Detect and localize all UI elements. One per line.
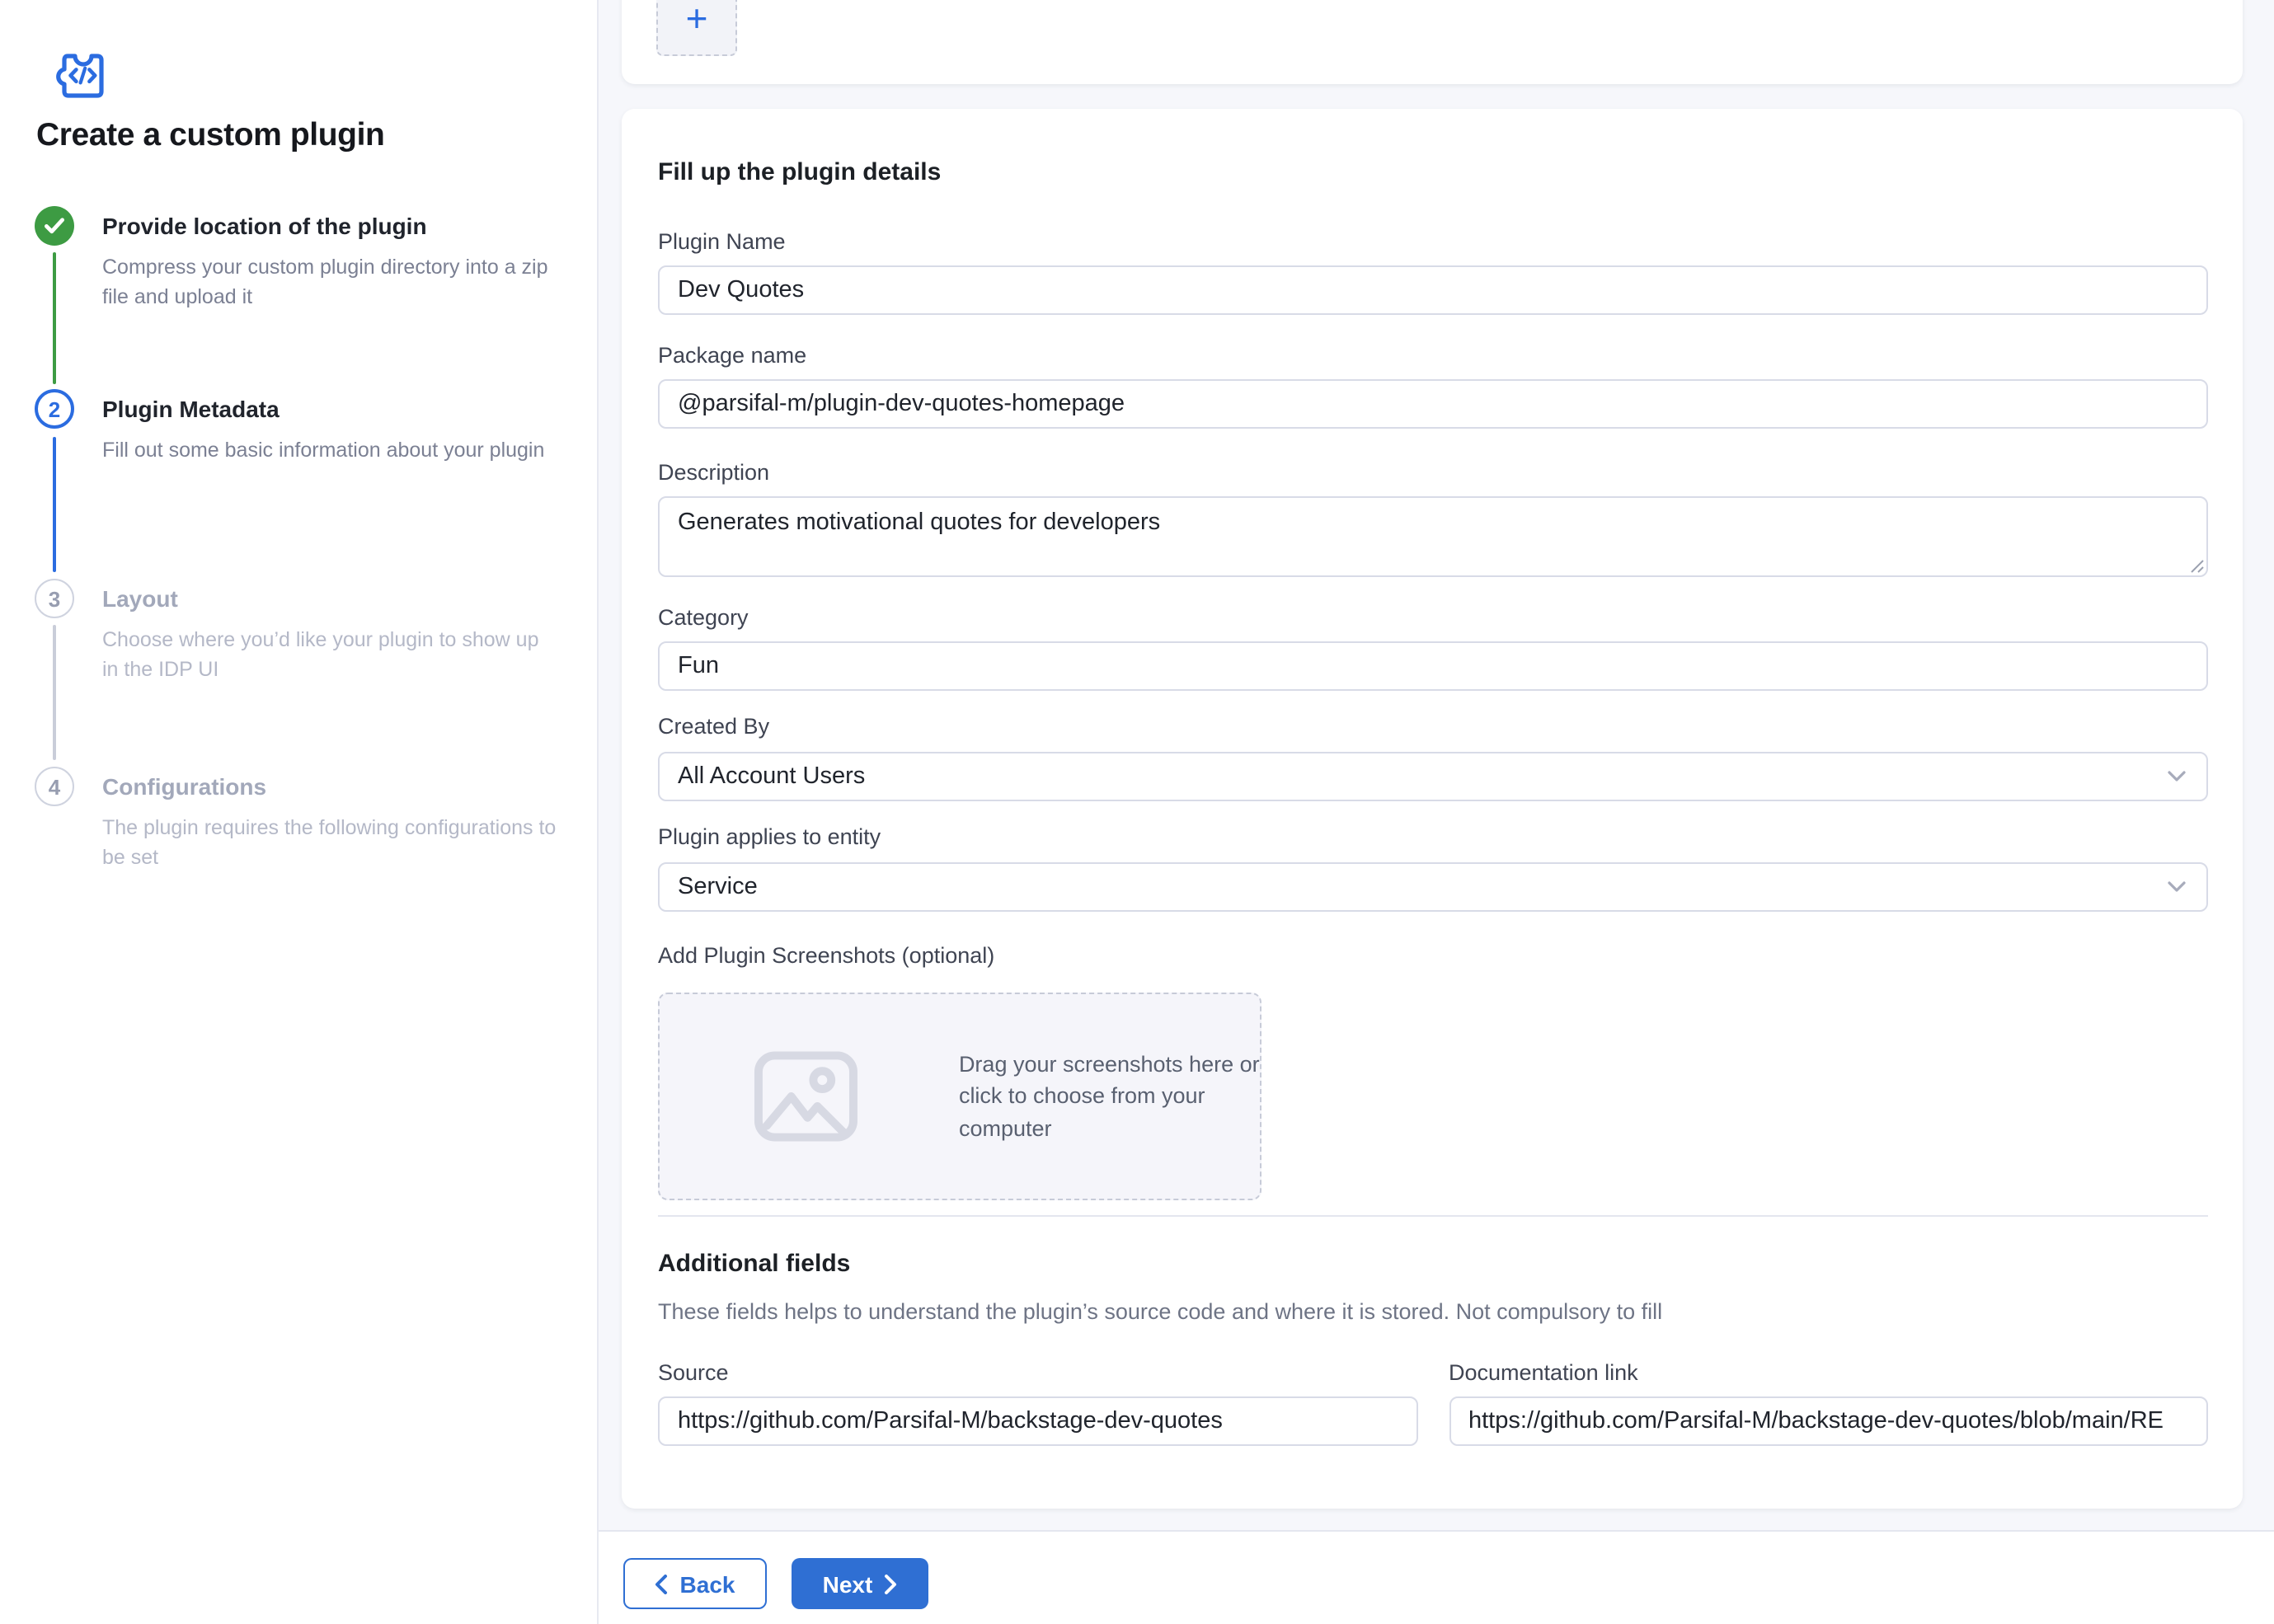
step-description: Compress your custom plugin directory in… [102, 252, 557, 312]
next-button[interactable]: Next [792, 1558, 928, 1609]
step-complete-check-circle [35, 206, 74, 246]
add-item-tile[interactable]: + [656, 0, 737, 56]
plugin-name-label: Plugin Name [658, 228, 2208, 256]
wizard-footer: Back Next [599, 1530, 2274, 1624]
created-by-label: Created By [658, 712, 2208, 740]
description-label: Description [658, 458, 2208, 486]
stepper-step-plugin-metadata[interactable]: 2 Plugin Metadata Fill out some basic in… [35, 389, 566, 465]
package-name-label: Package name [658, 341, 2208, 369]
applies-to-entity-label: Plugin applies to entity [658, 823, 2208, 851]
next-button-label: Next [823, 1570, 873, 1597]
description-textarea[interactable]: Generates motivational quotes for develo… [658, 496, 2208, 577]
category-input[interactable] [658, 641, 2208, 691]
additional-fields-subtext: These fields helps to understand the plu… [658, 1298, 2208, 1326]
form-heading: Fill up the plugin details [658, 157, 2208, 188]
step-number-badge: 2 [35, 389, 74, 429]
documentation-link-label: Documentation link [1449, 1359, 2208, 1387]
chevron-left-icon [655, 1574, 669, 1593]
additional-fields-heading: Additional fields [658, 1250, 2208, 1279]
image-placeholder-icon [752, 1049, 860, 1144]
source-input[interactable] [658, 1396, 1417, 1446]
source-field-group: Source [658, 1359, 1417, 1446]
step-title: Plugin Metadata [102, 394, 557, 424]
check-icon [43, 216, 66, 236]
custom-plugin-logo-icon [48, 48, 110, 101]
source-label: Source [658, 1359, 1417, 1387]
package-name-input[interactable] [658, 379, 2208, 429]
plugin-details-card: Fill up the plugin details Plugin Name P… [622, 109, 2243, 1509]
step-title: Layout [102, 584, 557, 613]
step-number: 2 [49, 397, 60, 421]
step-number: 3 [49, 586, 60, 611]
chevron-down-icon [2167, 770, 2187, 783]
screenshots-dropzone[interactable]: Drag your screenshots here or click to c… [658, 993, 1262, 1200]
applies-to-entity-value: Service [678, 874, 758, 900]
step-number-badge: 4 [35, 767, 74, 806]
step-number-badge: 3 [35, 579, 74, 618]
plus-icon: + [686, 0, 708, 37]
back-button[interactable]: Back [623, 1558, 767, 1609]
chevron-down-icon [2167, 880, 2187, 894]
step-description: Choose where you’d like your plugin to s… [102, 625, 557, 684]
step-number: 4 [49, 774, 60, 799]
upload-card: + [622, 0, 2243, 84]
category-label: Category [658, 603, 2208, 631]
create-custom-plugin-page: Create a custom plugin Provide location … [0, 0, 2274, 1624]
step-description: Fill out some basic information about yo… [102, 435, 557, 465]
plugin-name-input[interactable] [658, 265, 2208, 315]
created-by-select[interactable]: All Account Users [658, 752, 2208, 801]
main-content: + Fill up the plugin details Plugin Name… [599, 0, 2274, 1624]
documentation-field-group: Documentation link [1449, 1359, 2208, 1446]
wizard-sidebar: Create a custom plugin Provide location … [0, 0, 599, 1624]
screenshots-label: Add Plugin Screenshots (optional) [658, 941, 2208, 969]
stepper-step-layout[interactable]: 3 Layout Choose where you’d like your pl… [35, 579, 566, 684]
step-title: Configurations [102, 772, 557, 801]
section-divider [658, 1215, 2208, 1217]
resize-handle-icon[interactable] [2190, 559, 2205, 574]
stepper-step-configurations[interactable]: 4 Configurations The plugin requires the… [35, 767, 566, 872]
applies-to-entity-select[interactable]: Service [658, 862, 2208, 912]
dropzone-hint-text: Drag your screenshots here or click to c… [959, 1049, 1260, 1145]
documentation-link-input[interactable] [1449, 1396, 2208, 1446]
chevron-right-icon [884, 1574, 897, 1593]
step-title: Provide location of the plugin [102, 211, 557, 241]
step-description: The plugin requires the following config… [102, 813, 557, 872]
created-by-value: All Account Users [678, 763, 865, 790]
back-button-label: Back [680, 1570, 735, 1597]
page-title: Create a custom plugin [36, 117, 564, 155]
stepper-step-provide-location[interactable]: Provide location of the plugin Compress … [35, 206, 566, 312]
